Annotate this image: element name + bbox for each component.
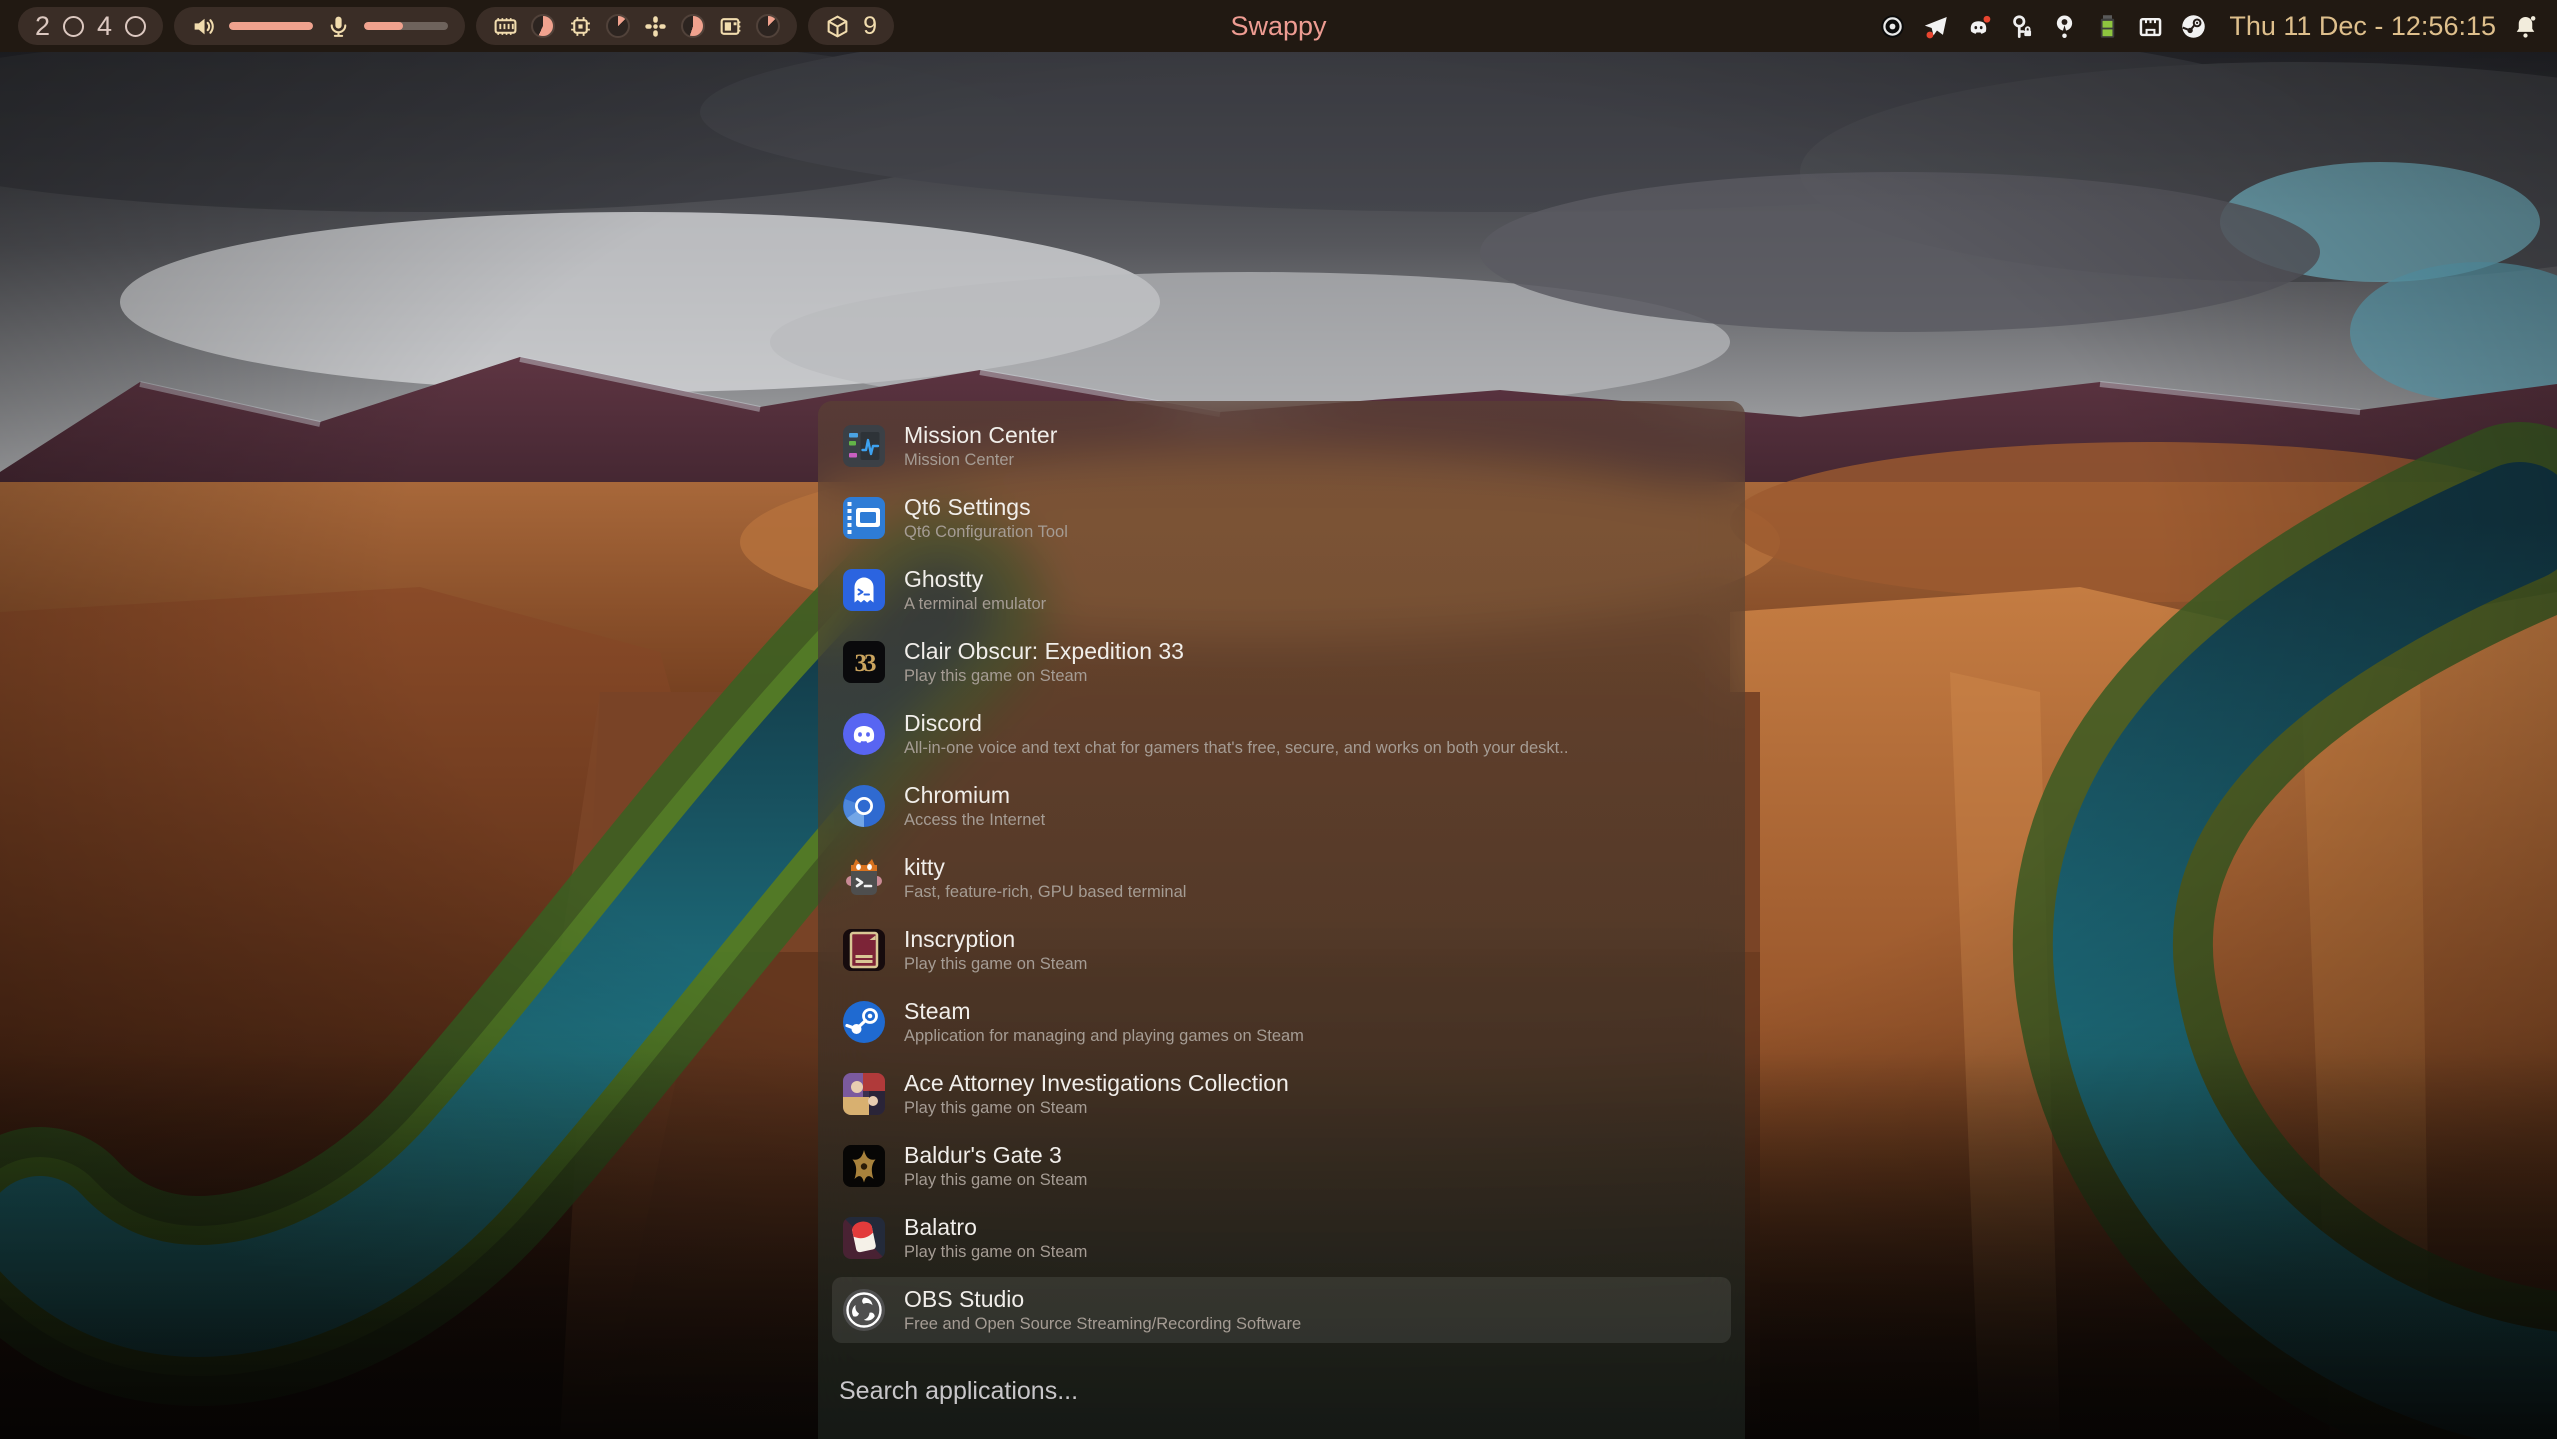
app-list-item[interactable]: Discord All-in-one voice and text chat f… [832,701,1731,767]
app-name: Inscryption [904,927,1087,951]
app-description: Fast, feature-rich, GPU based terminal [904,883,1186,901]
app-list-item[interactable]: Qt6 Settings Qt6 Configuration Tool [832,485,1731,551]
app-description: Play this game on Steam [904,667,1184,685]
keyring-icon[interactable] [2051,13,2078,40]
system-tray: Thu 11 Dec - 12:56:15 [1879,11,2539,42]
mission-center-icon [843,425,885,467]
app-list-item[interactable]: Ace Attorney Investigations Collection P… [832,1061,1731,1127]
qt6-settings-icon [843,497,885,539]
app-name: Clair Obscur: Expedition 33 [904,639,1184,663]
mic-slider[interactable] [364,22,448,30]
discord-tray-icon[interactable] [1965,13,1992,40]
keepassxc-icon[interactable] [2008,13,2035,40]
app-list-item[interactable]: Ghostty A terminal emulator [832,557,1731,623]
svg-text:33: 33 [855,650,877,677]
bell-icon[interactable] [2512,13,2539,40]
app-description: Play this game on Steam [904,1171,1087,1189]
app-description: Mission Center [904,451,1057,469]
cpu-icon [568,14,593,39]
app-name: Chromium [904,783,1045,807]
app-name: Balatro [904,1215,1087,1239]
app-name: Mission Center [904,423,1057,447]
ghostty-icon [843,569,885,611]
app-list-item[interactable]: Mission Center Mission Center [832,413,1731,479]
inscryption-icon [843,929,885,971]
workspaces-widget[interactable]: 24 [18,7,163,45]
app-list: Mission Center Mission Center Qt6 Settin… [832,413,1731,1343]
app-description: Play this game on Steam [904,1099,1289,1117]
app-name: Ace Attorney Investigations Collection [904,1071,1289,1095]
updates-widget[interactable]: 9 [808,7,894,45]
gpu-usage-pie [681,14,705,38]
clair-obscur-icon: 33 [843,641,885,683]
kitty-icon [843,857,885,899]
audio-widget [174,7,465,45]
ace-attorney-icon [843,1073,885,1115]
obs-studio-icon [843,1289,885,1331]
cpu-usage-pie [606,14,630,38]
app-name: Qt6 Settings [904,495,1068,519]
memory-icon [493,14,518,39]
workspace-circle-indicator[interactable] [63,16,84,37]
app-description: A terminal emulator [904,595,1046,613]
app-description: Access the Internet [904,811,1045,829]
app-list-item[interactable]: Baldur's Gate 3 Play this game on Steam [832,1133,1731,1199]
app-name: kitty [904,855,1186,879]
steelseries-icon[interactable] [1879,13,1906,40]
app-name: Baldur's Gate 3 [904,1143,1087,1167]
app-list-item[interactable]: Steam Application for managing and playi… [832,989,1731,1055]
baldurs-gate-icon [843,1145,885,1187]
app-name: Discord [904,711,1568,735]
disk-icon [718,14,743,39]
telegram-icon[interactable] [1922,13,1949,40]
workspace-circle-indicator[interactable] [125,16,146,37]
workspace-number[interactable]: 4 [97,13,112,40]
network-icon[interactable] [2137,13,2164,40]
app-description: Application for managing and playing gam… [904,1027,1304,1045]
workspace-number[interactable]: 2 [35,13,50,40]
ram-usage-pie [531,14,555,38]
steam-tray-icon[interactable] [2180,13,2207,40]
speaker-icon [191,14,216,39]
app-description: All-in-one voice and text chat for gamer… [904,739,1568,757]
volume-slider[interactable] [229,22,313,30]
microphone-icon [326,14,351,39]
app-list-item[interactable]: Chromium Access the Internet [832,773,1731,839]
app-description: Free and Open Source Streaming/Recording… [904,1315,1301,1333]
system-monitor-widget [476,7,797,45]
app-name: Ghostty [904,567,1046,591]
top-bar: 24 9 Swappy [0,0,2557,52]
clock[interactable]: Thu 11 Dec - 12:56:15 [2229,11,2496,42]
search-row [832,1377,1731,1406]
app-name: Steam [904,999,1304,1023]
balatro-icon [843,1217,885,1259]
chromium-icon [843,785,885,827]
package-icon [825,14,850,39]
app-launcher: Mission Center Mission Center Qt6 Settin… [818,401,1745,1439]
app-description: Play this game on Steam [904,1243,1087,1261]
app-list-item[interactable]: 33 Clair Obscur: Expedition 33 Play this… [832,629,1731,695]
app-list-item[interactable]: kitty Fast, feature-rich, GPU based term… [832,845,1731,911]
app-list-item[interactable]: Inscryption Play this game on Steam [832,917,1731,983]
search-input[interactable] [839,1377,1539,1406]
app-description: Qt6 Configuration Tool [904,523,1068,541]
app-name: OBS Studio [904,1287,1301,1311]
battery-icon[interactable] [2094,13,2121,40]
app-list-item[interactable]: Balatro Play this game on Steam [832,1205,1731,1271]
app-description: Play this game on Steam [904,955,1087,973]
gpu-icon [643,14,668,39]
steam-icon [843,1001,885,1043]
app-list-item[interactable]: OBS Studio Free and Open Source Streamin… [832,1277,1731,1343]
discord-icon [843,713,885,755]
disk-usage-pie [756,14,780,38]
updates-count: 9 [863,12,877,41]
